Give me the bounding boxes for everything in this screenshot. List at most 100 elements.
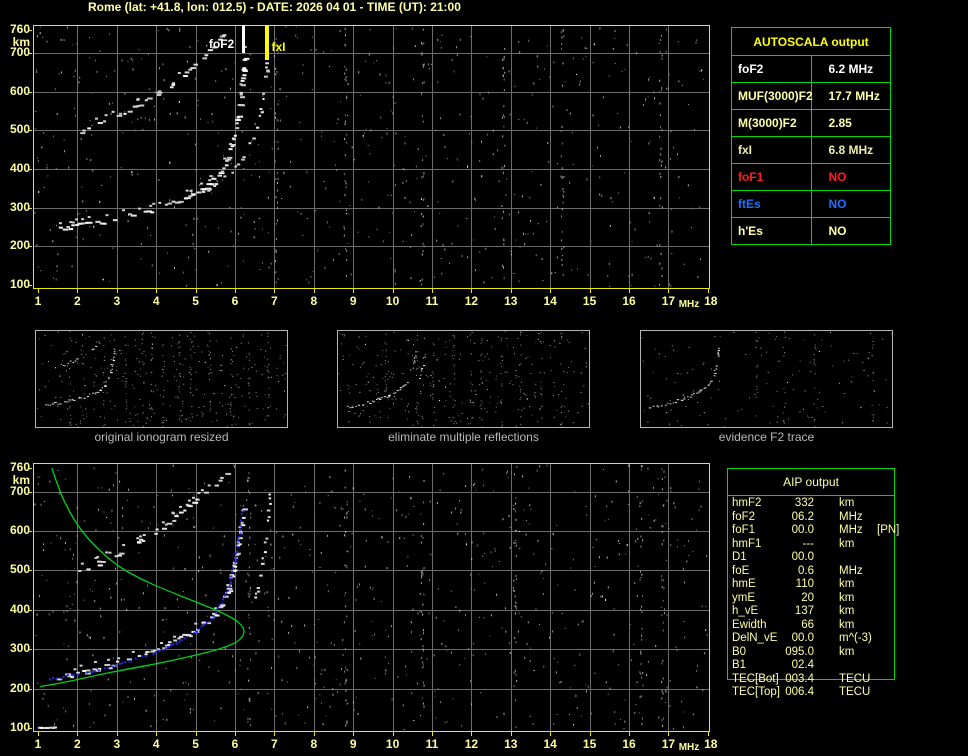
aip-param-unit: MHz (839, 564, 863, 577)
x-tick-label: 14 (543, 737, 557, 751)
y-tick-label: 300 (9, 199, 30, 214)
y-tick-label: 200 (9, 680, 30, 695)
aip-row-delnve: DelN_vE 00.0 m^(-3) (732, 632, 907, 646)
aip-param-unit: TECU (839, 686, 871, 698)
x-tick-label: 3 (113, 737, 121, 751)
x-tick-label: 5 (192, 294, 199, 308)
fof2-marker-label: foF2 (208, 37, 235, 51)
aip-param-value: 20 (801, 591, 814, 604)
x-tick-label: 15 (582, 294, 597, 308)
autoscala-param-value: NO (810, 217, 891, 245)
x-tick-label: 13 (504, 737, 518, 751)
autoscala-param-label: M(3000)F2 (731, 109, 812, 137)
aip-param-label: B0 (732, 645, 747, 658)
aip-row-d1: D1 00.0 (732, 551, 907, 565)
aip-param-label: B1 (732, 659, 747, 671)
aip-param-unit: m^(-3) (839, 632, 872, 644)
aip-param-unit: km (839, 618, 855, 631)
x-tick-label: 10 (385, 737, 400, 751)
aip-param-label: hmE (732, 578, 756, 590)
y-axis-unit-label: km (12, 35, 30, 49)
aip-param-value: 110 (795, 578, 814, 590)
aip-row-tectop: TEC[Top] 006.4 TECU (732, 686, 907, 700)
aip-param-label: foF2 (732, 510, 756, 523)
aip-param-value: 02.4 (791, 659, 814, 671)
x-tick-label: 4 (152, 294, 160, 308)
aip-param-value: 003.4 (785, 672, 814, 685)
autoscala-row-ftes: ftEs NO (731, 190, 891, 218)
autoscala-param-label: foF1 (731, 163, 812, 191)
x-tick-label: 2 (74, 737, 81, 751)
x-tick-label: 15 (582, 737, 597, 751)
aip-param-unit: MHz (839, 524, 863, 536)
aip-row-b1: B1 02.4 (732, 659, 907, 673)
aip-row-fof2: foF2 06.2 MHz (732, 511, 907, 525)
aip-param-unit (839, 659, 873, 673)
aip-row-fof1: foF1 00.0 MHz [PN] (732, 524, 907, 538)
aip-param-label: foE (732, 564, 750, 577)
aip-param-note: [PN] (877, 524, 900, 536)
aip-param-label: TEC[Bot] (732, 672, 779, 685)
y-tick-label: 500 (9, 122, 30, 137)
thumbnail-caption-evidence: evidence F2 trace (718, 430, 815, 444)
fxi-marker-label: fxI (271, 40, 286, 54)
autoscala-param-value: 17.7 MHz (810, 82, 891, 110)
thumbnail-original-ionogram (35, 330, 288, 428)
aip-param-unit: km (839, 497, 855, 509)
x-tick-label: 16 (622, 737, 636, 751)
autoscala-row-fof1: foF1 NO (731, 163, 891, 191)
aip-output-rows: hmF2 332 km foF2 06.2 MHz foF1 00.0 MHz [PN] hmF1 -… (732, 497, 907, 700)
x-tick-label: 7 (271, 737, 278, 751)
aip-param-unit: km (839, 591, 855, 604)
aip-param-unit: km (839, 578, 855, 590)
x-tick-label: 10 (385, 294, 400, 308)
y-tick-label: 300 (9, 641, 30, 656)
aip-param-unit: TECU (839, 672, 871, 685)
aip-row-hve: h_vE 137 km (732, 605, 907, 619)
aip-param-unit: km (839, 605, 855, 617)
aip-param-label: h_vE (732, 605, 759, 617)
x-tick-label: 8 (310, 294, 318, 308)
y-tick-label: 400 (9, 601, 30, 616)
y-tick-label: 500 (9, 562, 30, 577)
x-tick-label: 4 (152, 737, 160, 751)
aip-row-hmf1: hmF1 --- km (732, 538, 907, 552)
aip-param-label: foF1 (732, 524, 756, 536)
aip-param-value: 00.0 (791, 551, 814, 563)
autoscala-param-label: h'Es (731, 217, 812, 245)
aip-param-value: --- (802, 537, 815, 550)
aip-output-header: AIP output (728, 469, 894, 496)
autoscala-row-fof2: foF2 6.2 MHz (731, 55, 891, 83)
top-ionogram-canvas (26, 18, 722, 318)
autoscala-param-label: MUF(3000)F2 (731, 82, 813, 110)
x-tick-label: 9 (349, 737, 357, 751)
autoscala-param-value: NO (810, 190, 891, 218)
x-tick-label: 6 (231, 294, 239, 308)
autoscala-row-muf3000f2: MUF(3000)F2 17.7 MHz (731, 82, 891, 110)
aip-param-value: 00.0 (791, 524, 814, 536)
aip-param-label: hmF2 (732, 497, 762, 509)
x-tick-label: 1 (34, 294, 42, 308)
aip-param-value: 137 (794, 605, 814, 617)
autoscala-row-fxi: fxI 6.8 MHz (731, 136, 891, 164)
aip-row-foe: foE 0.6 MHz (732, 565, 907, 579)
station-title: Rome (lat: +41.8, lon: 012.5) - DATE: 20… (88, 0, 461, 14)
bottom-ionogram-canvas (26, 456, 722, 756)
autoscala-param-label: fxI (731, 136, 812, 164)
x-tick-label: 6 (231, 737, 239, 751)
aip-row-hmf2: hmF2 332 km (732, 497, 907, 511)
autoscala-param-label: ftEs (731, 190, 812, 218)
y-tick-label: 200 (9, 238, 30, 253)
thumbnail-eliminate-reflections (337, 330, 590, 428)
autoscala-output-table: AUTOSCALA output foF2 6.2 MHz MUF(3000)F2 1… (731, 27, 891, 245)
x-axis-unit-label: MHz (678, 299, 700, 310)
autoscala-row-hes: h'Es NO (731, 217, 891, 245)
aip-param-value: 006.4 (785, 686, 814, 698)
x-tick-label: 7 (271, 294, 278, 308)
aip-param-value: 0.6 (798, 564, 814, 577)
autoscala-app: { "title": "Rome (lat: +41.8, lon: 012.5… (0, 0, 968, 756)
y-tick-label: 100 (9, 277, 30, 291)
x-tick-label: 11 (425, 737, 439, 751)
x-tick-label: 9 (349, 294, 357, 308)
aip-param-value: 66 (801, 618, 814, 631)
